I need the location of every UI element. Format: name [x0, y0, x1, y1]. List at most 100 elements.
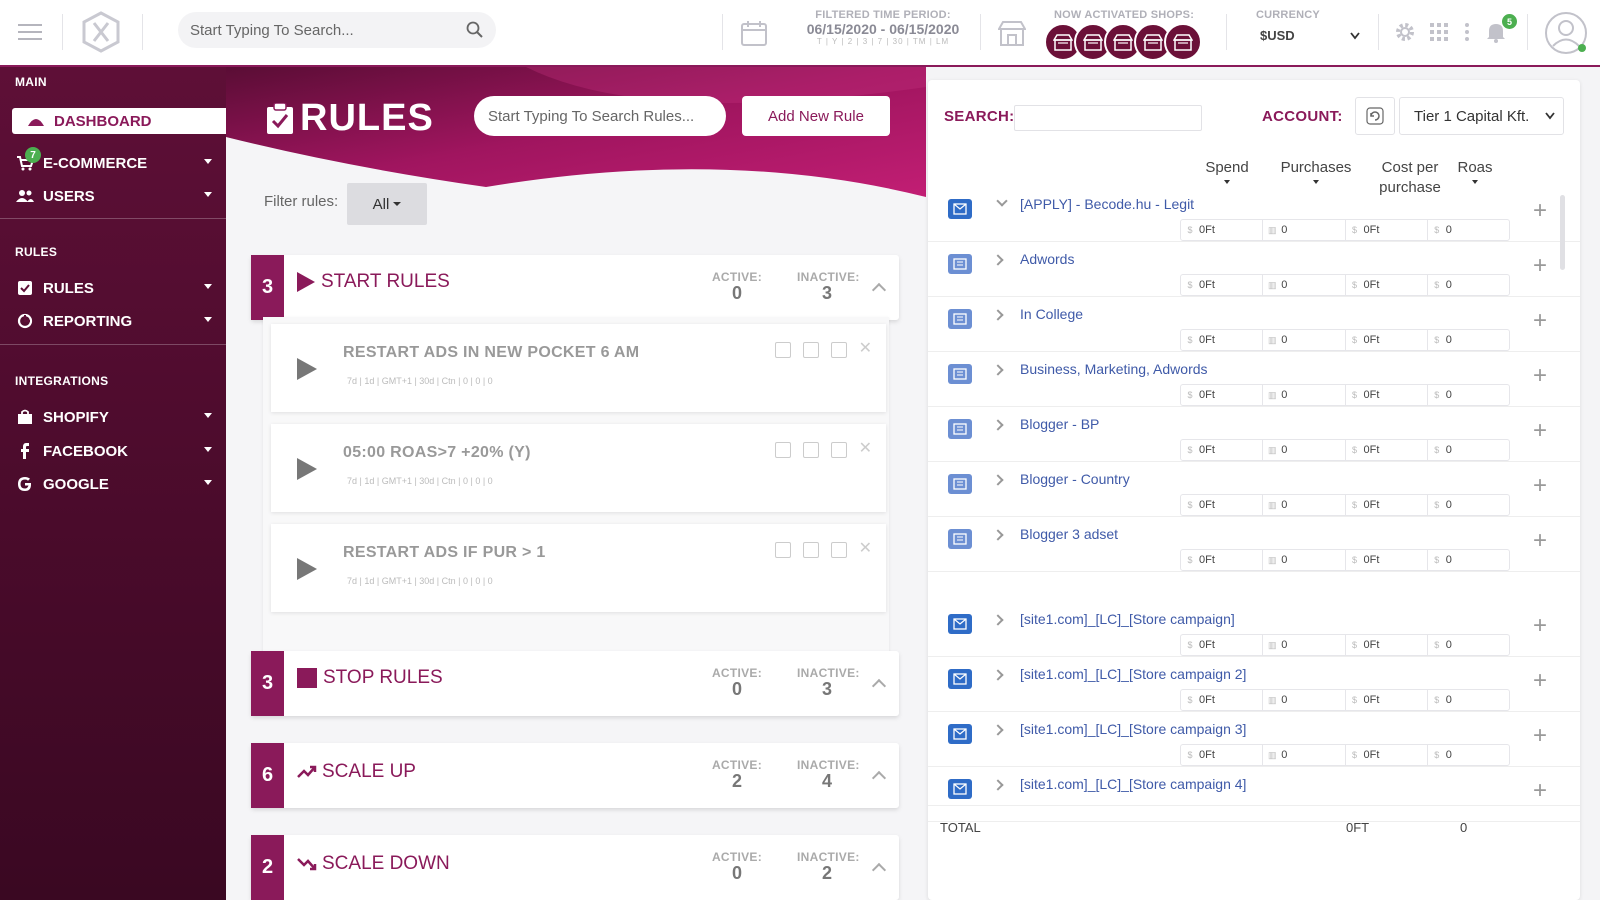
chevron-right-icon[interactable]	[992, 419, 1004, 431]
campaign-row[interactable]: In College + $0Ft ▥ 0 $0Ft $0	[928, 297, 1580, 352]
currency-select[interactable]: $USD	[1260, 28, 1360, 43]
close-icon[interactable]: ✕	[859, 541, 872, 558]
campaign-row[interactable]: [site1.com]_[LC]_[Store campaign 2] + $0Ft…	[928, 657, 1580, 712]
rule-group-start[interactable]: 3 START RULES ACTIVE: 0 INACTIVE: 3	[251, 255, 899, 320]
rule-item[interactable]: 05:00 ROAS>7 +20% (Y) 7d | 1d | GMT+1 | …	[271, 424, 886, 512]
sidebar-item-dashboard[interactable]: DASHBOARD	[12, 108, 226, 134]
filter-dropdown[interactable]: All	[347, 183, 427, 225]
rule-item[interactable]: RESTART ADS IF PUR > 1 7d | 1d | GMT+1 |…	[271, 524, 886, 612]
plus-icon[interactable]: +	[1533, 667, 1547, 695]
close-icon[interactable]: ✕	[859, 341, 872, 358]
plus-icon[interactable]: +	[1533, 307, 1547, 335]
chevron-right-icon[interactable]	[992, 529, 1004, 541]
campaign-row[interactable]: Blogger 3 adset + $0Ft ▥ 0 $0Ft $0	[928, 517, 1580, 572]
shop-icon[interactable]	[998, 19, 1026, 47]
plus-icon[interactable]: +	[1533, 362, 1547, 390]
rule-group-scale-down[interactable]: 2 SCALE DOWN ACTIVE: 0 INACTIVE: 2	[251, 835, 899, 900]
chevron-right-icon[interactable]	[992, 309, 1004, 321]
close-icon[interactable]: ✕	[859, 441, 872, 458]
chevron-right-icon[interactable]	[992, 724, 1004, 736]
campaign-name[interactable]: Business, Marketing, Adwords	[1020, 361, 1208, 377]
play-icon[interactable]	[297, 458, 317, 480]
sidebar-item-reporting[interactable]: REPORTING	[15, 308, 215, 334]
edit-icon[interactable]	[774, 542, 791, 558]
logo-icon[interactable]	[80, 11, 122, 53]
campaign-name[interactable]: [site1.com]_[LC]_[Store campaign]	[1020, 611, 1235, 627]
sidebar-item-ecommerce[interactable]: 7 E-COMMERCE	[15, 147, 215, 176]
chevron-right-icon[interactable]	[992, 364, 1004, 376]
rule-group-stop[interactable]: 3 STOP RULES ACTIVE: 0 INACTIVE: 3	[251, 651, 899, 716]
calendar-icon[interactable]	[740, 19, 768, 47]
campaign-name[interactable]: [site1.com]_[LC]_[Store campaign 4]	[1020, 776, 1246, 792]
plus-icon[interactable]: +	[1533, 197, 1547, 225]
expand-icon[interactable]	[830, 542, 847, 558]
avatar[interactable]	[1544, 11, 1588, 55]
campaign-row[interactable]: Blogger - BP + $0Ft ▥ 0 $0Ft $0	[928, 407, 1580, 462]
period-shortcuts[interactable]: T | Y | 2 | 3 | 7 | 30 | TM | LM	[793, 37, 973, 46]
campaign-row[interactable]: [site1.com]_[LC]_[Store campaign 4] +	[928, 767, 1580, 822]
expand-icon[interactable]	[830, 342, 847, 358]
campaign-name[interactable]: Blogger - BP	[1020, 416, 1099, 432]
rule-search-input[interactable]	[474, 96, 726, 136]
sidebar-item-users[interactable]: USERS	[15, 183, 215, 209]
plus-icon[interactable]: +	[1533, 252, 1547, 280]
shop-badge-icon[interactable]	[1164, 23, 1202, 61]
plus-icon[interactable]: +	[1533, 612, 1547, 640]
account-select[interactable]: Tier 1 Capital Kft.	[1399, 97, 1564, 135]
plus-icon[interactable]: +	[1533, 777, 1547, 805]
chevron-down-icon[interactable]	[996, 195, 1008, 207]
refresh-icon[interactable]	[1355, 97, 1395, 135]
rule-group-scale-up[interactable]: 6 SCALE UP ACTIVE: 2 INACTIVE: 4	[251, 743, 899, 808]
campaign-row[interactable]: Adwords + $0Ft ▥ 0 $0Ft $0	[928, 242, 1580, 297]
gear-icon[interactable]	[1394, 21, 1416, 43]
chevron-right-icon[interactable]	[992, 474, 1004, 486]
edit-icon[interactable]	[774, 342, 791, 358]
campaign-name[interactable]: Blogger - Country	[1020, 471, 1130, 487]
campaign-row[interactable]: Blogger - Country + $0Ft ▥ 0 $0Ft $0	[928, 462, 1580, 517]
play-icon[interactable]	[297, 358, 317, 380]
column-roas[interactable]: Roas	[1450, 158, 1500, 184]
search-icon[interactable]	[466, 21, 484, 39]
campaign-name[interactable]: [site1.com]_[LC]_[Store campaign 3]	[1020, 721, 1246, 737]
add-new-rule-button[interactable]: Add New Rule	[742, 96, 890, 136]
chevron-right-icon[interactable]	[992, 614, 1004, 626]
chevron-right-icon[interactable]	[992, 669, 1004, 681]
campaign-search-input[interactable]	[1014, 105, 1202, 131]
global-search-input[interactable]	[178, 12, 448, 48]
campaign-row[interactable]: Business, Marketing, Adwords + $0Ft ▥ 0 $0Ft $…	[928, 352, 1580, 407]
campaign-row[interactable]: [site1.com]_[LC]_[Store campaign] + $0Ft ▥ 0…	[928, 602, 1580, 657]
chevron-up-icon[interactable]	[871, 770, 887, 786]
chevron-up-icon[interactable]	[871, 862, 887, 878]
rule-item[interactable]: RESTART ADS IN NEW POCKET 6 AM 7d | 1d |…	[271, 324, 886, 412]
chevron-up-icon[interactable]	[871, 678, 887, 694]
sidebar-item-rules[interactable]: RULES	[15, 275, 215, 301]
play-icon[interactable]	[297, 558, 317, 580]
campaign-name[interactable]: Adwords	[1020, 251, 1074, 267]
edit-icon[interactable]	[774, 442, 791, 458]
more-vertical-icon[interactable]	[1464, 23, 1470, 41]
chevron-up-icon[interactable]	[871, 282, 887, 298]
campaign-name[interactable]: [APPLY] - Becode.hu - Legit	[1020, 196, 1194, 212]
plus-icon[interactable]: +	[1533, 722, 1547, 750]
campaign-row[interactable]: [site1.com]_[LC]_[Store campaign 3] + $0Ft…	[928, 712, 1580, 767]
hamburger-menu-icon[interactable]	[18, 23, 42, 41]
plus-icon[interactable]: +	[1533, 527, 1547, 555]
campaign-name[interactable]: In College	[1020, 306, 1083, 322]
sidebar-item-shopify[interactable]: SHOPIFY	[15, 404, 215, 430]
copy-icon[interactable]	[802, 342, 819, 358]
column-spend[interactable]: Spend	[1192, 158, 1262, 184]
expand-icon[interactable]	[830, 442, 847, 458]
copy-icon[interactable]	[802, 542, 819, 558]
apps-grid-icon[interactable]	[1430, 23, 1448, 41]
chevron-right-icon[interactable]	[992, 779, 1004, 791]
copy-icon[interactable]	[802, 442, 819, 458]
sidebar-item-google[interactable]: GOOGLE	[15, 471, 215, 497]
period-value[interactable]: 06/15/2020 - 06/15/2020	[793, 21, 973, 37]
sidebar-item-facebook[interactable]: FACEBOOK	[15, 438, 215, 464]
campaign-row[interactable]: [APPLY] - Becode.hu - Legit + $0Ft ▥ 0 $0Ft $0	[928, 187, 1580, 242]
plus-icon[interactable]: +	[1533, 472, 1547, 500]
campaign-name[interactable]: Blogger 3 adset	[1020, 526, 1118, 542]
scrollbar[interactable]	[1560, 195, 1565, 270]
plus-icon[interactable]: +	[1533, 417, 1547, 445]
column-purchases[interactable]: Purchases	[1271, 158, 1361, 184]
